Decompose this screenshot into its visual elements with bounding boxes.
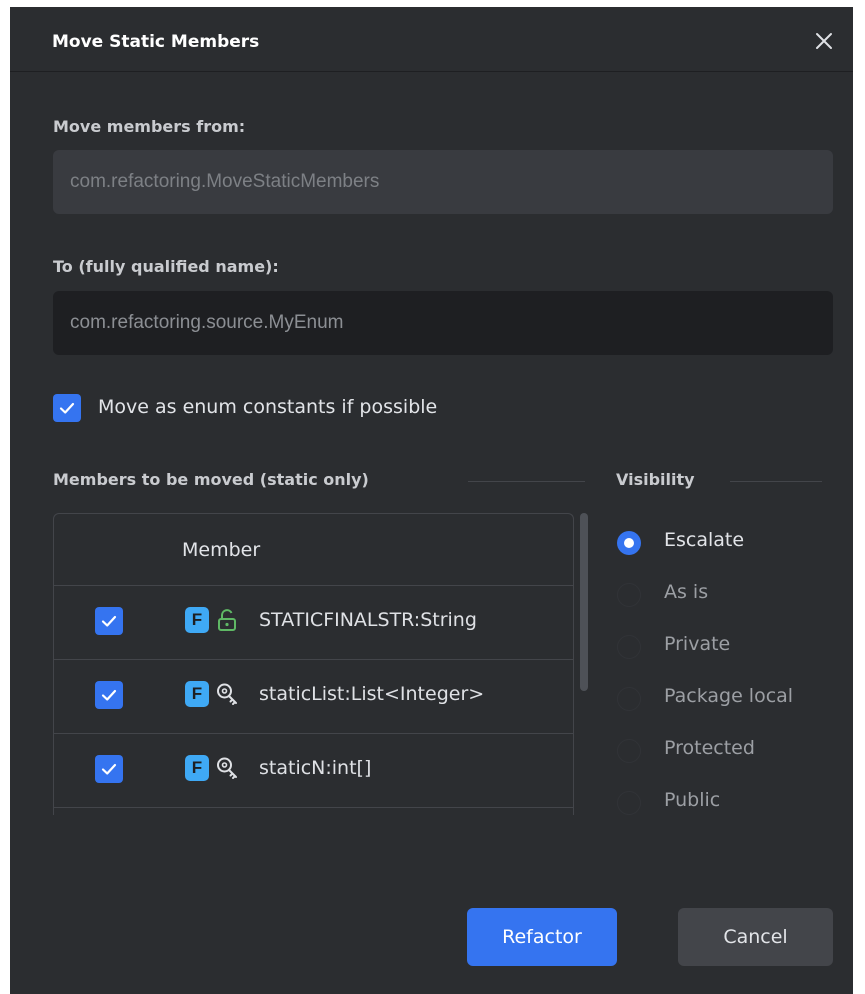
radio-label-package-local[interactable]: Package local	[664, 685, 793, 707]
target-class-input[interactable]: com.refactoring.source.MyEnum	[53, 291, 833, 355]
move-from-label: Move members from:	[53, 117, 246, 136]
table-row[interactable]: F staticN:int[]	[54, 734, 573, 808]
member-signature: STATICFINALSTR:String	[259, 609, 477, 631]
field-icon: F	[185, 607, 209, 633]
unlock-icon	[215, 607, 239, 633]
package-key-icon	[215, 755, 239, 781]
move-from-field: com.refactoring.MoveStaticMembers	[53, 150, 833, 214]
close-icon[interactable]	[810, 27, 838, 55]
radio-label-escalate[interactable]: Escalate	[664, 529, 744, 551]
radio-label-public[interactable]: Public	[664, 789, 720, 811]
radio-protected[interactable]	[617, 739, 641, 763]
refactor-button[interactable]: Refactor	[467, 908, 617, 966]
members-table: Member F STATICFINALSTR:String F staticL…	[53, 513, 574, 815]
radio-label-as-is[interactable]: As is	[664, 581, 708, 603]
dialog-titlebar: Move Static Members	[10, 7, 853, 72]
radio-public[interactable]	[617, 791, 641, 815]
visibility-section-title: Visibility	[616, 470, 695, 489]
members-section-title: Members to be moved (static only)	[53, 470, 369, 489]
enum-constants-label[interactable]: Move as enum constants if possible	[98, 396, 437, 418]
radio-private[interactable]	[617, 635, 641, 659]
radio-label-protected[interactable]: Protected	[664, 737, 755, 759]
member-checkbox[interactable]	[95, 607, 123, 635]
members-section-divider	[468, 481, 585, 482]
field-icon: F	[185, 681, 209, 707]
field-icon: F	[185, 755, 209, 781]
target-class-label: To (fully qualified name):	[53, 257, 279, 276]
member-column-header[interactable]: Member	[182, 539, 260, 561]
radio-escalate[interactable]	[617, 531, 641, 555]
move-static-members-dialog: Move Static Members Move members from: c…	[10, 7, 853, 994]
radio-package-local[interactable]	[617, 687, 641, 711]
radio-label-private[interactable]: Private	[664, 633, 730, 655]
table-row[interactable]: F STATICFINALSTR:String	[54, 586, 573, 660]
table-row[interactable]: F staticList:List<Integer>	[54, 660, 573, 734]
members-table-header: Member	[54, 514, 573, 586]
member-checkbox[interactable]	[95, 681, 123, 709]
member-signature: staticN:int[]	[259, 757, 372, 779]
enum-constants-checkbox[interactable]	[53, 394, 81, 422]
radio-as-is[interactable]	[617, 583, 641, 607]
cancel-button[interactable]: Cancel	[678, 908, 833, 966]
member-signature: staticList:List<Integer>	[259, 683, 485, 705]
package-key-icon	[215, 681, 239, 707]
member-checkbox[interactable]	[95, 755, 123, 783]
dialog-title: Move Static Members	[52, 32, 260, 52]
members-scrollbar[interactable]	[580, 513, 588, 691]
visibility-section-divider	[730, 481, 822, 482]
